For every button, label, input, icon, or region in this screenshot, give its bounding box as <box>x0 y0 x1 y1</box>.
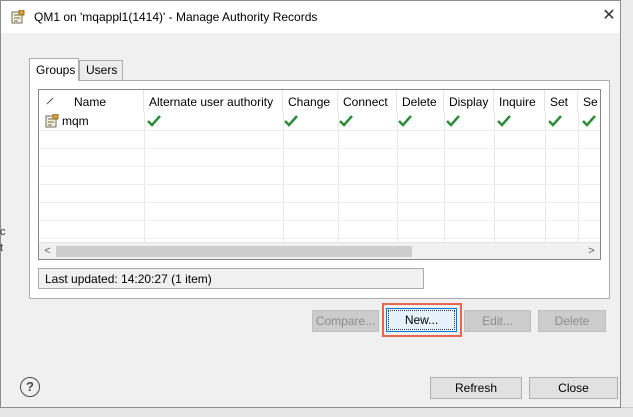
background-text: t <box>0 242 4 254</box>
check-icon <box>497 115 511 127</box>
horizontal-scrollbar[interactable]: < > <box>39 242 600 259</box>
delete-button[interactable]: Delete <box>538 310 606 332</box>
window-title: QM1 on 'mqappl1(1414)' - Manage Authorit… <box>34 10 318 24</box>
group-record-icon <box>45 114 59 128</box>
row-divider <box>39 238 600 239</box>
sort-indicator-icon <box>46 97 54 105</box>
column-header-change[interactable]: Change <box>283 90 338 112</box>
new-button-highlight <box>382 303 462 337</box>
column-header-label: Display <box>449 95 489 109</box>
authority-records-table: Name Alternate user authority Change Con… <box>38 89 601 260</box>
check-icon <box>582 115 596 127</box>
column-header-name[interactable]: Name <box>39 90 144 112</box>
column-header-label: Alternate user authority <box>149 95 274 109</box>
column-header-delete[interactable]: Delete <box>397 90 444 112</box>
column-header-alternate-user-authority[interactable]: Alternate user authority <box>144 90 283 112</box>
column-header-set-all[interactable]: Se <box>578 90 600 112</box>
background-window-edge <box>619 0 633 417</box>
groups-panel: Name Alternate user authority Change Con… <box>29 80 610 299</box>
column-header-inquire[interactable]: Inquire <box>494 90 545 112</box>
column-header-label: Connect <box>343 95 388 109</box>
column-divider <box>338 112 339 242</box>
row-divider <box>39 220 600 221</box>
tab-users[interactable]: Users <box>79 60 123 80</box>
column-divider <box>397 112 398 242</box>
column-header-set[interactable]: Set <box>545 90 578 112</box>
column-divider <box>578 112 579 242</box>
column-header-label: Delete <box>402 95 437 109</box>
column-divider <box>494 112 495 242</box>
row-divider <box>39 202 600 203</box>
column-header-label: Set <box>550 95 569 109</box>
row-divider <box>39 148 600 149</box>
check-icon <box>284 115 298 127</box>
table-row[interactable]: mqm <box>39 112 600 130</box>
title-bar: QM1 on 'mqappl1(1414)' - Manage Authorit… <box>1 1 620 33</box>
column-divider <box>545 112 546 242</box>
column-header-label: Se <box>583 95 598 109</box>
row-divider <box>39 130 600 131</box>
check-icon <box>147 115 161 127</box>
row-name: mqm <box>62 114 89 128</box>
row-divider <box>39 166 600 167</box>
edit-button[interactable]: Edit... <box>464 310 531 332</box>
column-header-display[interactable]: Display <box>444 90 494 112</box>
column-header-label: Name <box>74 95 107 109</box>
check-icon <box>398 115 412 127</box>
column-divider <box>444 112 445 242</box>
refresh-button[interactable]: Refresh <box>430 377 522 399</box>
check-icon <box>339 115 353 127</box>
background-window-bottom <box>0 407 633 417</box>
authority-records-icon <box>11 10 25 24</box>
close-icon[interactable]: ✕ <box>598 5 620 27</box>
check-icon <box>548 115 562 127</box>
column-divider <box>283 112 284 242</box>
background-text: c <box>0 226 6 238</box>
close-button[interactable]: Close <box>529 377 618 399</box>
scroll-left-icon[interactable]: < <box>39 243 56 259</box>
last-updated-status: Last updated: 14:20:27 (1 item) <box>38 268 424 289</box>
table-grid: Name Alternate user authority Change Con… <box>39 90 600 242</box>
compare-button[interactable]: Compare... <box>312 310 379 332</box>
scroll-right-icon[interactable]: > <box>583 243 600 259</box>
row-divider <box>39 184 600 185</box>
column-header-label: Inquire <box>499 95 536 109</box>
column-header-label: Change <box>288 95 331 109</box>
check-icon <box>446 115 460 127</box>
column-header-connect[interactable]: Connect <box>338 90 397 112</box>
scrollbar-thumb[interactable] <box>56 246 412 257</box>
tab-groups[interactable]: Groups <box>29 58 79 81</box>
help-icon[interactable]: ? <box>20 377 40 397</box>
status-text: Last updated: 14:20:27 (1 item) <box>45 272 212 286</box>
column-divider <box>144 112 145 242</box>
manage-authority-records-dialog: QM1 on 'mqappl1(1414)' - Manage Authorit… <box>0 0 621 408</box>
